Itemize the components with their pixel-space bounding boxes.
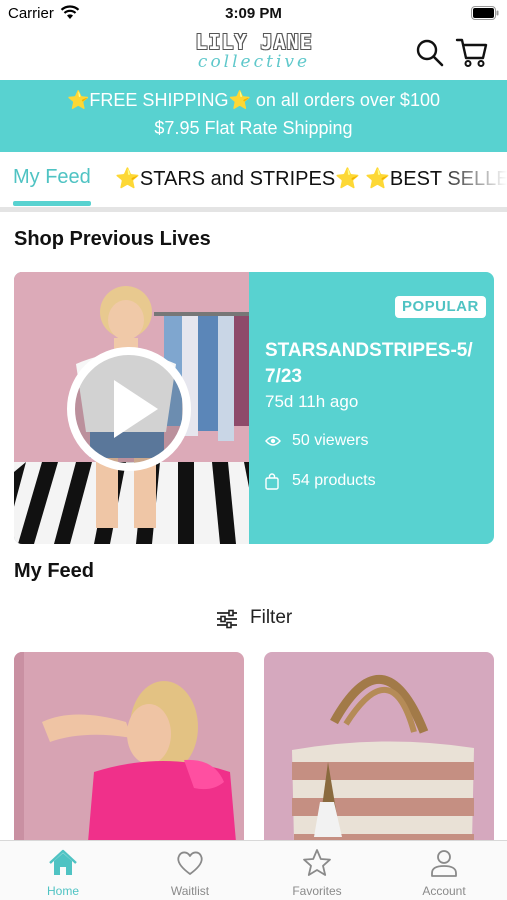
- search-icon[interactable]: [415, 38, 445, 68]
- feed-product-card[interactable]: [14, 652, 244, 842]
- eye-icon: [265, 436, 281, 446]
- banner-free-shipping: ⭐FREE SHIPPING⭐ on all orders over $100: [67, 90, 440, 110]
- nav-waitlist[interactable]: Waitlist: [127, 841, 253, 900]
- tab-my-feed[interactable]: My Feed: [13, 166, 91, 189]
- sliders-icon: [217, 609, 237, 629]
- nav-waitlist-label: Waitlist: [170, 884, 210, 898]
- tabs-divider: [0, 207, 507, 212]
- nav-home[interactable]: Home: [0, 841, 126, 900]
- nav-favorites[interactable]: Favorites: [254, 841, 380, 900]
- home-icon: [49, 849, 77, 875]
- live-thumbnail[interactable]: [14, 272, 249, 544]
- bottom-tab-bar: Home Waitlist Favorites Account: [0, 840, 507, 900]
- cart-icon[interactable]: [455, 36, 489, 68]
- popular-badge: POPULAR: [395, 296, 486, 318]
- shopping-bag-icon: [265, 473, 279, 490]
- banner-flat-rate: $7.95 Flat Rate Shipping: [154, 118, 353, 138]
- active-tab-indicator: [13, 201, 91, 206]
- clock: 3:09 PM: [225, 5, 282, 22]
- battery-icon: [471, 6, 499, 20]
- product-image[interactable]: [264, 652, 494, 842]
- brand-logo[interactable]: LILY JANE collective: [180, 30, 328, 74]
- live-time-ago: 75d 11h ago: [265, 392, 359, 411]
- status-bar: Carrier 3:09 PM: [0, 0, 507, 28]
- nav-account-label: Account: [422, 884, 466, 898]
- tab-stars-and-stripes[interactable]: ⭐STARS and STRIPES⭐: [115, 166, 360, 191]
- category-tabs: My Feed ⭐STARS and STRIPES⭐ ⭐BEST SELLER…: [0, 152, 507, 208]
- nav-favorites-label: Favorites: [292, 884, 342, 898]
- logo-wordmark: LILY JANE: [195, 30, 313, 54]
- viewers-count: 50 viewers: [292, 432, 369, 449]
- shipping-banner: ⭐FREE SHIPPING⭐ on all orders over $100 …: [0, 80, 507, 152]
- section-title-my-feed: My Feed: [14, 560, 95, 582]
- heart-icon: [177, 851, 203, 875]
- filter-button[interactable]: Filter: [216, 605, 306, 631]
- products-count: 54 products: [292, 472, 376, 489]
- nav-home-label: Home: [46, 884, 79, 898]
- tab-fade-overlay: [437, 152, 507, 208]
- person-icon: [431, 850, 457, 877]
- section-title-previous-lives: Shop Previous Lives: [14, 228, 211, 250]
- live-title: STARSANDSTRIPES-5/7/23: [265, 340, 473, 387]
- app-header: LILY JANE collective: [0, 28, 507, 80]
- filter-label: Filter: [250, 607, 293, 628]
- previous-live-card[interactable]: POPULAR STARSANDSTRIPES-5/7/23 75d 11h a…: [14, 272, 494, 544]
- feed-product-card[interactable]: [264, 652, 494, 842]
- star-icon: [303, 849, 331, 876]
- product-image[interactable]: [14, 652, 244, 842]
- nav-account[interactable]: Account: [381, 841, 507, 900]
- logo-script: collective: [197, 52, 311, 72]
